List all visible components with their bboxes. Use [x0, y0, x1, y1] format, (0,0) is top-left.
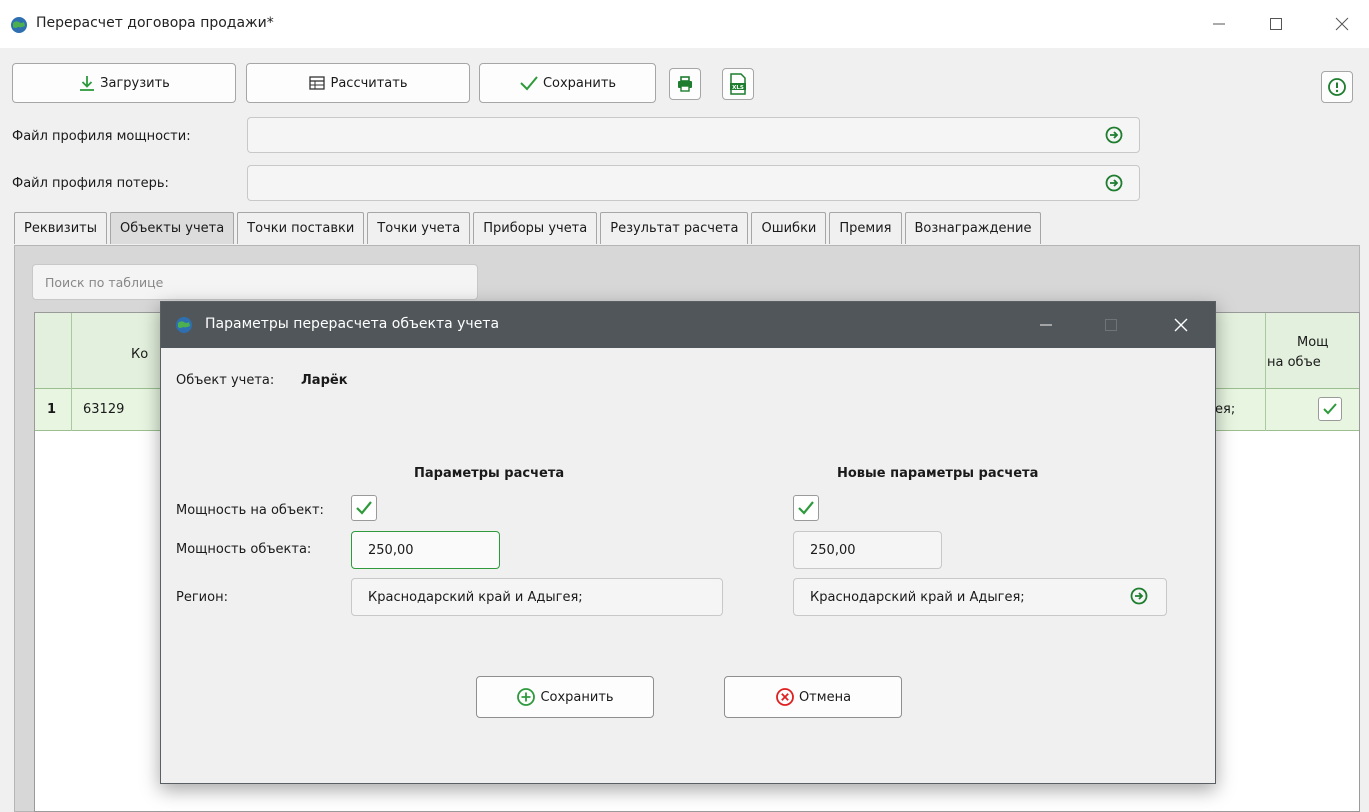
printer-icon [678, 76, 692, 92]
dialog-maximize-button[interactable] [1091, 311, 1131, 339]
close-icon [1174, 318, 1188, 332]
power-label: Мощность объекта: [176, 542, 312, 557]
region-new-value: Краснодарский край и Адыгея; [810, 590, 1025, 605]
power-current-input[interactable]: 250,00 [351, 531, 500, 569]
checkmark-icon [1323, 403, 1337, 415]
window-titlebar: Перерасчет договора продажи* [0, 0, 1369, 48]
minimize-icon [1040, 324, 1052, 326]
globe-app-icon [176, 317, 192, 333]
current-params-heading: Параметры расчета [414, 466, 565, 481]
arrow-right-circle-icon[interactable] [1105, 126, 1123, 144]
header-power-line1: Мощ [1297, 335, 1329, 350]
column-divider [71, 313, 72, 431]
load-button[interactable]: Загрузить [12, 63, 236, 103]
svg-text:XLS: XLS [732, 85, 744, 91]
maximize-icon [1105, 319, 1117, 331]
close-button[interactable] [1322, 10, 1362, 38]
dialog-close-button[interactable] [1161, 311, 1201, 339]
new-params-heading: Новые параметры расчета [837, 466, 1039, 481]
export-xls-button[interactable]: XLS [722, 68, 754, 100]
tab-bonus[interactable]: Премия [829, 212, 902, 244]
dialog-minimize-button[interactable] [1026, 311, 1066, 339]
dialog-titlebar: Параметры перерасчета объекта учета [161, 302, 1215, 348]
cancel-circle-icon [776, 688, 794, 706]
arrow-right-circle-icon[interactable] [1105, 174, 1123, 192]
tab-calc-result[interactable]: Результат расчета [600, 212, 749, 244]
region-label: Регион: [176, 590, 228, 605]
header-code: Ко [131, 347, 149, 362]
power-on-new-checkbox[interactable] [793, 495, 819, 521]
tab-meters[interactable]: Приборы учета [473, 212, 598, 244]
print-button[interactable] [669, 68, 701, 100]
loss-profile-label: Файл профиля потерь: [12, 176, 169, 191]
globe-app-icon [11, 17, 27, 33]
checkmark-icon [520, 76, 538, 91]
object-value: Ларёк [301, 373, 348, 388]
dialog-title: Параметры перерасчета объекта учета [205, 316, 500, 332]
window-title: Перерасчет договора продажи* [36, 15, 274, 31]
header-power-line2: на объе [1267, 355, 1321, 370]
column-divider [1265, 313, 1266, 431]
calculate-button[interactable]: Рассчитать [246, 63, 470, 103]
info-button[interactable] [1321, 71, 1353, 103]
table-search-input[interactable]: Поиск по таблице [32, 264, 478, 300]
tab-objects[interactable]: Объекты учета [110, 212, 235, 244]
loss-profile-field[interactable] [247, 165, 1140, 201]
row-number: 1 [47, 402, 57, 417]
object-label: Объект учета: [176, 373, 275, 388]
tab-errors[interactable]: Ошибки [751, 212, 827, 244]
row-code: 63129 [83, 402, 125, 417]
info-icon [1328, 78, 1346, 96]
region-current-field[interactable]: Краснодарский край и Адыгея; [351, 578, 723, 616]
power-on-label: Мощность на объект: [176, 503, 324, 518]
load-button-label: Загрузить [100, 75, 170, 91]
dialog-save-button[interactable]: Сохранить [476, 676, 654, 718]
save-button-label: Сохранить [542, 75, 617, 91]
checkmark-icon [356, 501, 372, 515]
power-profile-field[interactable] [247, 117, 1140, 153]
close-icon [1335, 17, 1349, 31]
save-button[interactable]: Сохранить [479, 63, 656, 103]
power-on-current-checkbox[interactable] [351, 495, 377, 521]
dialog-cancel-label: Отмена [798, 689, 852, 705]
minimize-button[interactable] [1199, 10, 1239, 38]
xls-file-icon: XLS [730, 73, 746, 95]
dialog-save-label: Сохранить [540, 689, 614, 705]
dialog-cancel-button[interactable]: Отмена [724, 676, 902, 718]
download-icon [80, 76, 95, 91]
tab-metering-points[interactable]: Точки учета [367, 212, 471, 244]
maximize-icon [1270, 18, 1282, 30]
region-new-field[interactable]: Краснодарский край и Адыгея; [793, 578, 1167, 616]
row-region: ея; [1215, 402, 1236, 417]
row-power-checkbox[interactable] [1318, 397, 1342, 421]
checkmark-icon [798, 501, 814, 515]
maximize-button[interactable] [1256, 10, 1296, 38]
tab-requisites[interactable]: Реквизиты [14, 212, 107, 244]
tab-bar: Реквизиты Объекты учета Точки поставки Т… [14, 212, 1044, 246]
calculate-button-label: Рассчитать [330, 75, 408, 91]
tab-supply-points[interactable]: Точки поставки [237, 212, 365, 244]
plus-circle-icon [517, 688, 536, 706]
power-new-input[interactable]: 250,00 [793, 531, 942, 569]
tab-reward[interactable]: Вознаграждение [904, 212, 1042, 244]
power-profile-label: Файл профиля мощности: [12, 129, 191, 144]
arrow-right-circle-icon[interactable] [1130, 587, 1148, 605]
table-icon [309, 76, 326, 90]
minimize-icon [1213, 23, 1225, 25]
recalc-params-dialog: Параметры перерасчета объекта учета Объе… [160, 301, 1216, 784]
